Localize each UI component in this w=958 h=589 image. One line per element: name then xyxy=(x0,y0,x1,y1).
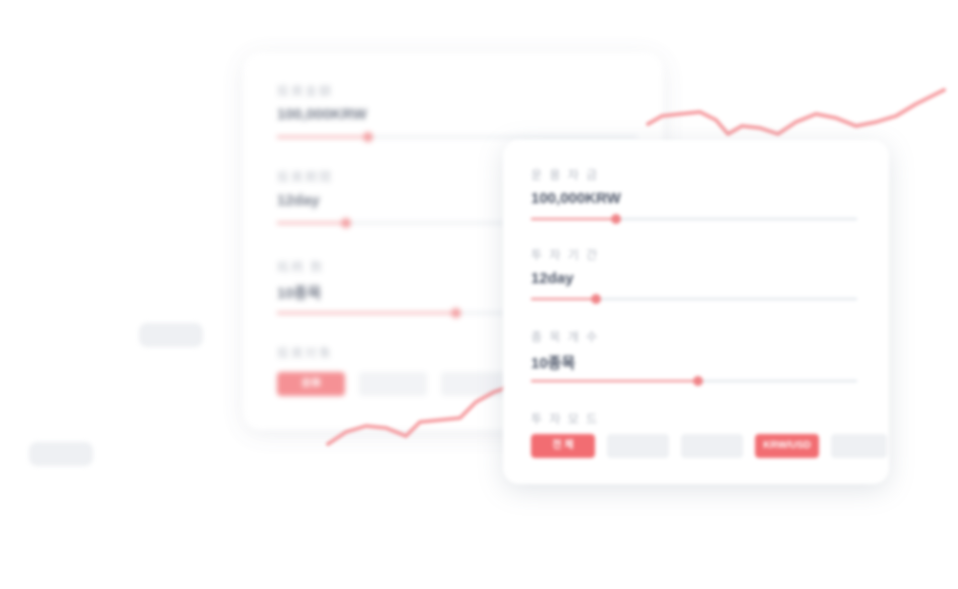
slider-fill xyxy=(531,380,697,382)
field-front-mode: 투 자 모 드 xyxy=(531,410,599,427)
trend-line-top xyxy=(646,88,946,136)
slider-knob[interactable] xyxy=(611,214,621,224)
field-label: 종 목 개 수 xyxy=(531,330,600,344)
slider-front-period[interactable] xyxy=(531,294,857,304)
chip-front-all[interactable]: 전 체 xyxy=(531,434,595,458)
slider-front-count[interactable] xyxy=(531,376,857,386)
field-front-period: 투 자 기 간 12day xyxy=(531,246,599,287)
field-label: 운 용 자 금 xyxy=(531,168,600,182)
field-value: 10종목 xyxy=(531,355,576,372)
field-front-amount: 운 용 자 금 100,000KRW xyxy=(531,166,621,207)
chip-front-2[interactable] xyxy=(607,434,669,458)
field-front-count: 종 목 개 수 10종목 xyxy=(531,328,599,373)
field-label: 투 자 기 간 xyxy=(531,248,600,262)
settings-card-front: 운 용 자 금 100,000KRW 투 자 기 간 12day 종 목 개 수… xyxy=(503,140,889,484)
slider-fill xyxy=(531,218,615,220)
field-value: 100,000KRW xyxy=(531,190,621,207)
chip-front-5[interactable] xyxy=(831,434,887,458)
hero-illustration: 投資金額 100,000KRW 投資期間 12day 銘柄 数 10종목 投資対… xyxy=(0,0,958,589)
field-value: 12day xyxy=(531,270,574,287)
slider-front-amount[interactable] xyxy=(531,214,857,224)
chip-front-3[interactable] xyxy=(681,434,743,458)
slider-knob[interactable] xyxy=(693,376,703,386)
chips-label: 투 자 모 드 xyxy=(531,412,600,426)
chip-front-krw-usd[interactable]: KRW/USD xyxy=(755,434,819,458)
slider-knob[interactable] xyxy=(591,294,601,304)
slider-fill xyxy=(531,298,595,300)
